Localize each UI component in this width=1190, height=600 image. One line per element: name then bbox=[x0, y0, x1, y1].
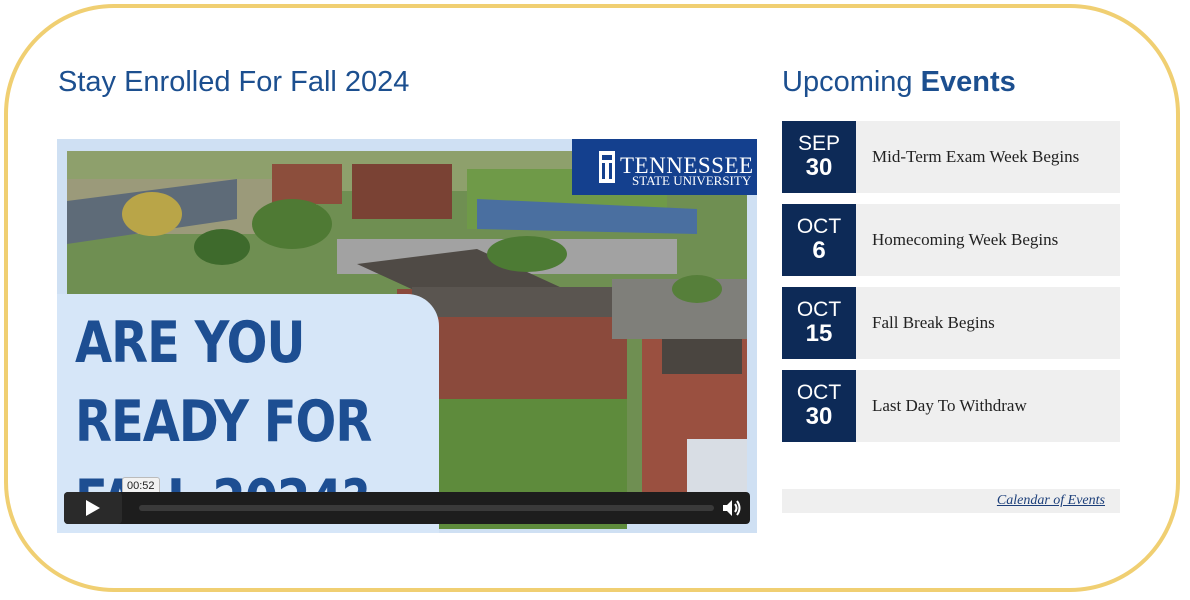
event-date: OCT 30 bbox=[782, 370, 856, 442]
event-date: OCT 6 bbox=[782, 204, 856, 276]
event-name[interactable]: Fall Break Begins bbox=[856, 313, 995, 333]
events-title-bold: Events bbox=[920, 66, 1016, 98]
play-icon bbox=[86, 500, 100, 516]
event-day: 6 bbox=[812, 237, 826, 264]
event-month: OCT bbox=[796, 381, 842, 404]
event-month: OCT bbox=[796, 215, 842, 238]
video-player[interactable]: TENNESSEE STATE UNIVERSITY ARE YOU READY … bbox=[57, 139, 757, 533]
calendar-of-events-link[interactable]: Calendar of Events bbox=[997, 493, 1105, 509]
headline-line-1: ARE YOU bbox=[75, 309, 305, 376]
video-section-title: Stay Enrolled For Fall 2024 bbox=[58, 66, 410, 98]
event-month: OCT bbox=[796, 298, 842, 321]
event-item[interactable]: OCT 6 Homecoming Week Begins bbox=[782, 204, 1120, 276]
event-month: SEP bbox=[797, 132, 841, 155]
event-day: 15 bbox=[805, 320, 833, 347]
event-date: OCT 15 bbox=[782, 287, 856, 359]
volume-icon[interactable] bbox=[722, 499, 742, 517]
headline-line-2: READY FOR bbox=[75, 388, 372, 456]
event-item[interactable]: OCT 15 Fall Break Begins bbox=[782, 287, 1120, 359]
event-name[interactable]: Mid-Term Exam Week Begins bbox=[856, 147, 1079, 167]
play-button[interactable] bbox=[64, 492, 122, 524]
event-item[interactable]: SEP 30 Mid-Term Exam Week Begins bbox=[782, 121, 1120, 193]
event-day: 30 bbox=[805, 154, 833, 181]
event-day: 30 bbox=[805, 403, 833, 430]
event-item[interactable]: OCT 30 Last Day To Withdraw bbox=[782, 370, 1120, 442]
events-section-title: Upcoming Events bbox=[782, 66, 1016, 99]
university-seal-icon bbox=[599, 151, 615, 183]
event-name[interactable]: Homecoming Week Begins bbox=[856, 230, 1058, 250]
calendar-bar: Calendar of Events bbox=[782, 489, 1120, 513]
event-date: SEP 30 bbox=[782, 121, 856, 193]
progress-bar[interactable] bbox=[139, 505, 714, 511]
events-title-regular: Upcoming bbox=[782, 66, 913, 98]
logo-line-2: STATE UNIVERSITY bbox=[632, 173, 752, 188]
event-name[interactable]: Last Day To Withdraw bbox=[856, 396, 1027, 416]
university-logo: TENNESSEE STATE UNIVERSITY bbox=[572, 139, 757, 195]
event-list: SEP 30 Mid-Term Exam Week Begins OCT 6 H… bbox=[782, 121, 1120, 453]
video-controls-bar bbox=[64, 492, 750, 524]
